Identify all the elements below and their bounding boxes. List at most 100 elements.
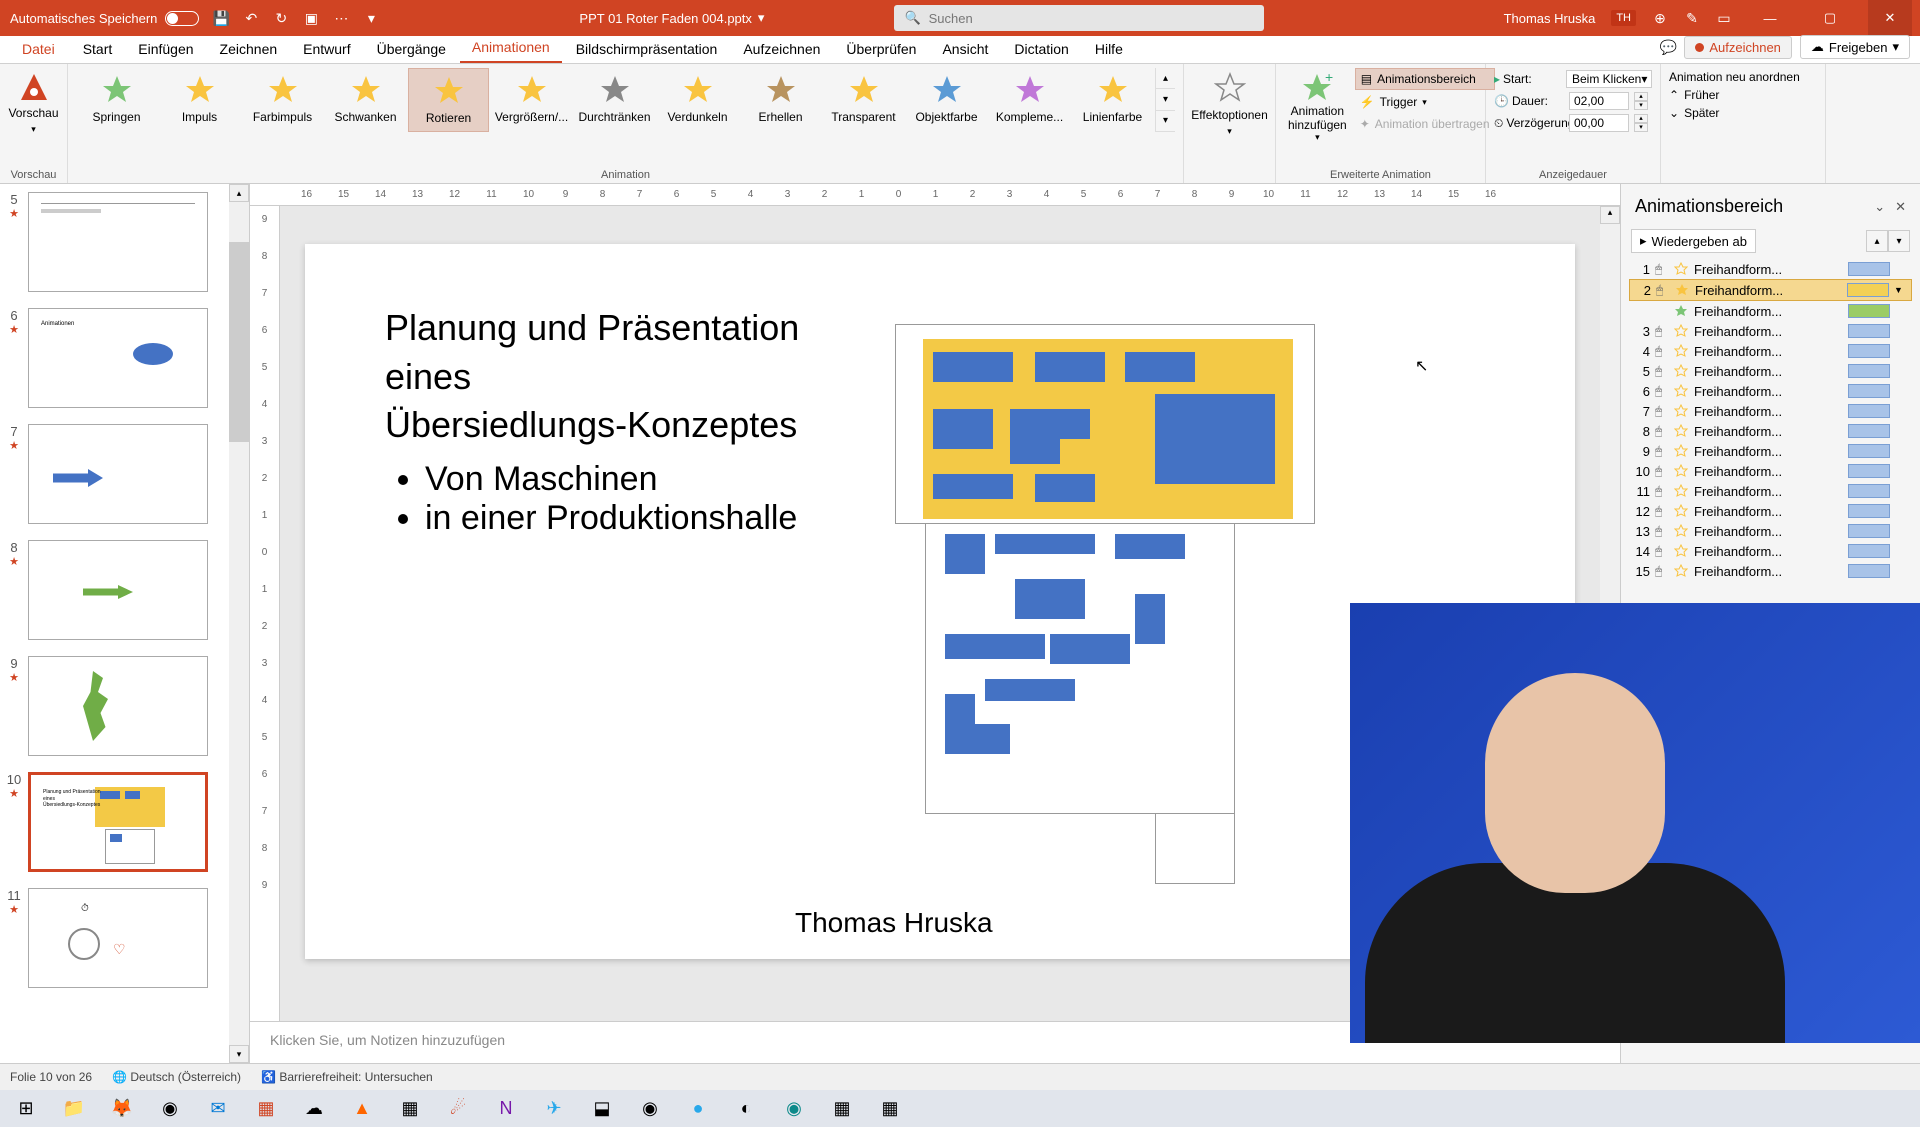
delay-input[interactable] xyxy=(1569,114,1629,132)
app-icon[interactable]: ▦ xyxy=(820,1092,864,1125)
animation-effect-verdunkeln[interactable]: Verdunkeln xyxy=(657,68,738,132)
animation-gallery[interactable]: SpringenImpulsFarbimpulsSchwankenRotiere… xyxy=(76,68,1175,132)
file-explorer-icon[interactable]: 📁 xyxy=(52,1092,96,1125)
app-icon[interactable]: ▦ xyxy=(388,1092,432,1125)
accessibility-checker[interactable]: ♿ Barrierefreiheit: Untersuchen xyxy=(261,1070,433,1084)
menu-tab-start[interactable]: Start xyxy=(71,37,125,63)
menu-tab-entwurf[interactable]: Entwurf xyxy=(291,37,362,63)
animation-effect-farbimpuls[interactable]: Farbimpuls xyxy=(242,68,323,132)
slide-thumbnail-8[interactable]: 8★ xyxy=(0,532,229,648)
edge-icon[interactable]: ◉ xyxy=(772,1092,816,1125)
expand-icon[interactable]: ▾ xyxy=(1156,111,1175,132)
animation-effect-erhellen[interactable]: Erhellen xyxy=(740,68,821,132)
animation-effect-linienfarbe[interactable]: Linienfarbe xyxy=(1072,68,1153,132)
slide-author[interactable]: Thomas Hruska xyxy=(795,907,993,939)
animation-effect-kompleme[interactable]: Kompleme... xyxy=(989,68,1070,132)
preview-button[interactable]: Vorschau ▾ xyxy=(0,68,74,139)
scroll-down-icon[interactable]: ▾ xyxy=(1156,89,1175,110)
onenote-icon[interactable]: N xyxy=(484,1092,528,1125)
animation-effect-vergrern[interactable]: Vergrößern/... xyxy=(491,68,572,132)
animation-effect-schwanken[interactable]: Schwanken xyxy=(325,68,406,132)
comments-icon[interactable]: 💬 xyxy=(1660,39,1676,55)
thumbs-scrollbar[interactable]: ▴ ▾ xyxy=(229,184,249,1063)
menu-tab-übergänge[interactable]: Übergänge xyxy=(365,37,458,63)
scroll-up-icon[interactable]: ▴ xyxy=(1600,206,1620,224)
customize-qat-icon[interactable]: ▾ xyxy=(363,10,379,26)
trigger-button[interactable]: ⚡Trigger▾ xyxy=(1355,92,1495,112)
slide-thumbnail-10[interactable]: 10★Planung und PräsentationeinesÜbersied… xyxy=(0,764,229,880)
file-tab[interactable]: Datei xyxy=(8,37,69,63)
scroll-down-icon[interactable]: ▾ xyxy=(229,1045,249,1063)
app-icon[interactable]: ▦ xyxy=(868,1092,912,1125)
start-button[interactable]: ⊞ xyxy=(4,1092,48,1125)
close-button[interactable]: ✕ xyxy=(1868,0,1912,36)
save-icon[interactable]: 💾 xyxy=(213,10,229,26)
animation-item-9[interactable]: 8🖱Freihandform... xyxy=(1629,421,1912,441)
outlook-icon[interactable]: ✉ xyxy=(196,1092,240,1125)
maximize-button[interactable]: ▢ xyxy=(1808,0,1852,36)
gallery-scroll[interactable]: ▴▾▾ xyxy=(1155,68,1175,132)
delay-spinner[interactable]: ▴▾ xyxy=(1634,114,1648,132)
animation-effect-impuls[interactable]: Impuls xyxy=(159,68,240,132)
slide-counter[interactable]: Folie 10 von 26 xyxy=(10,1070,92,1084)
app-icon[interactable]: ☄ xyxy=(436,1092,480,1125)
menu-tab-bildschirmpräsentation[interactable]: Bildschirmpräsentation xyxy=(564,37,730,63)
floorplan-graphic[interactable] xyxy=(895,324,1315,884)
play-from-button[interactable]: ▸Wiedergeben ab xyxy=(1631,229,1756,253)
move-up-button[interactable]: ▴ xyxy=(1866,230,1888,252)
close-pane-icon[interactable]: ✕ xyxy=(1895,199,1906,215)
animation-effect-transparent[interactable]: Transparent xyxy=(823,68,904,132)
effect-options-button[interactable]: Effektoptionen ▾ xyxy=(1190,68,1270,141)
animation-item-3[interactable]: Freihandform... xyxy=(1629,301,1912,321)
powerpoint-icon[interactable]: ▦ xyxy=(244,1092,288,1125)
share-button[interactable]: ☁Freigeben▾ xyxy=(1800,35,1910,59)
thumbs-list[interactable]: 5★6★Animationen7★8★9★10★Planung und Präs… xyxy=(0,184,229,1063)
animation-item-14[interactable]: 13🖱Freihandform... xyxy=(1629,521,1912,541)
user-avatar[interactable]: TH xyxy=(1611,10,1636,26)
slide-thumbnail-9[interactable]: 9★ xyxy=(0,648,229,764)
move-later-button[interactable]: ⌄Später xyxy=(1669,104,1817,122)
slide-thumbnail-7[interactable]: 7★ xyxy=(0,416,229,532)
animation-item-4[interactable]: 3🖱Freihandform... xyxy=(1629,321,1912,341)
app-icon[interactable]: ☁ xyxy=(292,1092,336,1125)
firefox-icon[interactable]: 🦊 xyxy=(100,1092,144,1125)
animation-item-13[interactable]: 12🖱Freihandform... xyxy=(1629,501,1912,521)
app-icon[interactable]: ⬓ xyxy=(580,1092,624,1125)
more-icon[interactable]: ⋯ xyxy=(333,10,349,26)
undo-icon[interactable]: ↶ xyxy=(243,10,259,26)
obs-icon[interactable]: ◉ xyxy=(628,1092,672,1125)
scroll-up-icon[interactable]: ▴ xyxy=(229,184,249,202)
pen-icon[interactable]: ✎ xyxy=(1684,10,1700,26)
slide-thumbnail-11[interactable]: 11★♡⏱ xyxy=(0,880,229,996)
slide-thumbnail-5[interactable]: 5★ xyxy=(0,184,229,300)
chevron-down-icon[interactable]: ⌄ xyxy=(1874,199,1885,215)
menu-tab-einfügen[interactable]: Einfügen xyxy=(126,37,205,63)
animation-item-15[interactable]: 14🖱Freihandform... xyxy=(1629,541,1912,561)
vlc-icon[interactable]: ▲ xyxy=(340,1092,384,1125)
start-slideshow-icon[interactable]: ▣ xyxy=(303,10,319,26)
language-indicator[interactable]: 🌐 Deutsch (Österreich) xyxy=(112,1070,241,1084)
ribbon-mode-icon[interactable]: ▭ xyxy=(1716,10,1732,26)
sync-icon[interactable]: ⊕ xyxy=(1652,10,1668,26)
animation-item-11[interactable]: 10🖱Freihandform... xyxy=(1629,461,1912,481)
scroll-up-icon[interactable]: ▴ xyxy=(1156,68,1175,89)
app-icon[interactable]: ● xyxy=(676,1092,720,1125)
animation-item-7[interactable]: 6🖱Freihandform... xyxy=(1629,381,1912,401)
animation-effect-objektfarbe[interactable]: Objektfarbe xyxy=(906,68,987,132)
menu-tab-hilfe[interactable]: Hilfe xyxy=(1083,37,1135,63)
animation-item-16[interactable]: 15🖱Freihandform... xyxy=(1629,561,1912,581)
toggle-switch-icon[interactable] xyxy=(165,11,199,26)
animation-effect-durchtrnken[interactable]: Durchtränken xyxy=(574,68,655,132)
telegram-icon[interactable]: ✈ xyxy=(532,1092,576,1125)
duration-spinner[interactable]: ▴▾ xyxy=(1634,92,1648,110)
menu-tab-dictation[interactable]: Dictation xyxy=(1002,37,1080,63)
duration-input[interactable] xyxy=(1569,92,1629,110)
animation-list[interactable]: 1🖱Freihandform...2🖱Freihandform...▼Freih… xyxy=(1621,257,1920,583)
animation-item-2[interactable]: 2🖱Freihandform...▼ xyxy=(1629,279,1912,301)
animation-item-5[interactable]: 4🖱Freihandform... xyxy=(1629,341,1912,361)
animation-item-1[interactable]: 1🖱Freihandform... xyxy=(1629,259,1912,279)
document-title[interactable]: PPT 01 Roter Faden 004.pptx ▾ xyxy=(579,10,764,26)
animation-item-12[interactable]: 11🖱Freihandform... xyxy=(1629,481,1912,501)
menu-tab-ansicht[interactable]: Ansicht xyxy=(930,37,1000,63)
menu-tab-aufzeichnen[interactable]: Aufzeichnen xyxy=(731,37,832,63)
